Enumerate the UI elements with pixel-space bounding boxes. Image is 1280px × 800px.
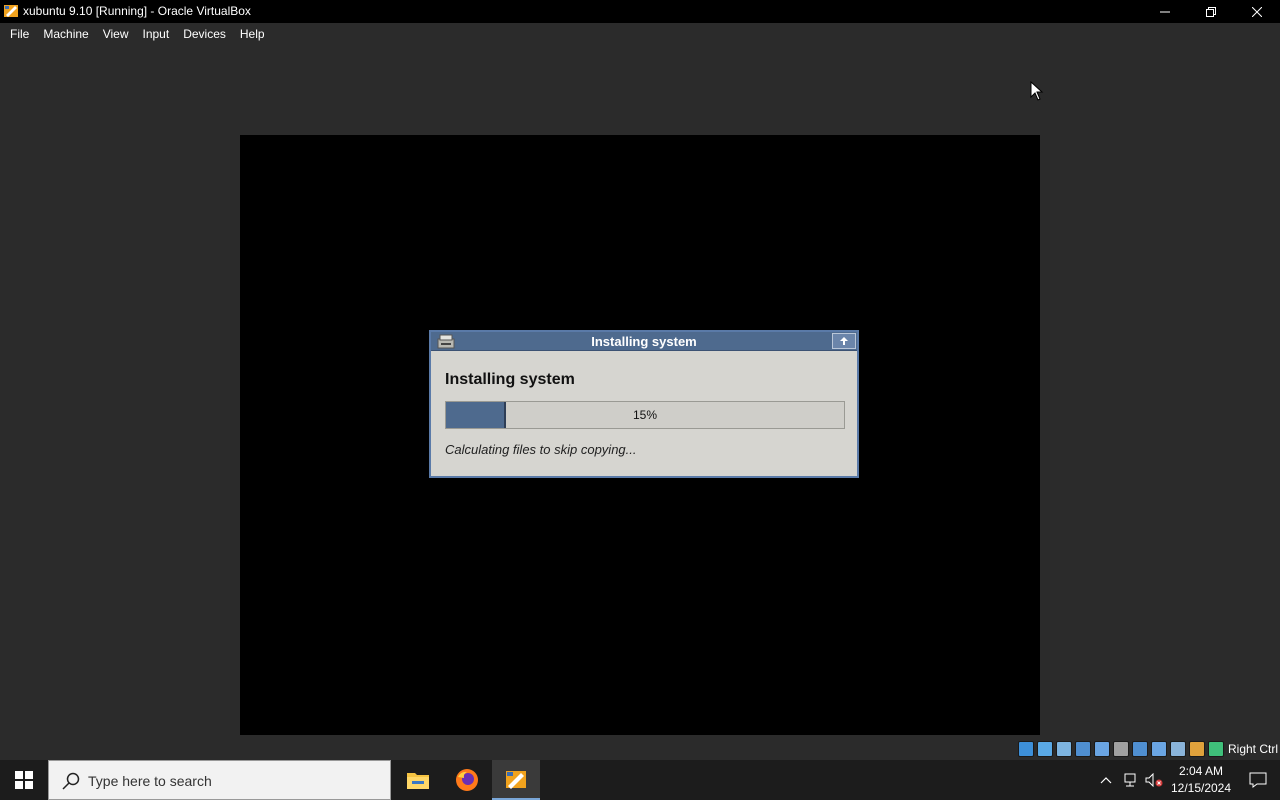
menu-input[interactable]: Input: [136, 23, 177, 45]
taskbar-virtualbox[interactable]: [492, 760, 540, 800]
mouse-integration-icon[interactable]: [1189, 741, 1205, 757]
start-button[interactable]: [0, 760, 48, 800]
vbox-status-bar: Right Ctrl: [0, 739, 1280, 760]
clock-time: 2:04 AM: [1178, 764, 1224, 778]
mouse-pointer-icon: [1030, 81, 1044, 101]
installer-dialog: Installing system Installing system 15% …: [429, 330, 859, 478]
speaker-muted-icon: [1145, 773, 1163, 787]
menu-machine[interactable]: Machine: [36, 23, 95, 45]
usb-icon[interactable]: [1094, 741, 1110, 757]
window-title: xubuntu 9.10 [Running] - Oracle VirtualB…: [23, 4, 251, 18]
virtualbox-icon: [506, 771, 526, 789]
taskbar-search-box[interactable]: Type here to search: [48, 760, 391, 800]
minimize-icon: [1160, 11, 1170, 12]
action-center-button[interactable]: [1236, 760, 1280, 800]
search-placeholder: Type here to search: [88, 773, 212, 789]
menu-devices[interactable]: Devices: [176, 23, 233, 45]
dialog-titlebar[interactable]: Installing system: [431, 332, 857, 351]
dialog-maximize-button[interactable]: [832, 333, 856, 349]
folder-icon: [407, 773, 429, 789]
network-icon[interactable]: [1075, 741, 1091, 757]
display-icon[interactable]: [1132, 741, 1148, 757]
audio-icon[interactable]: [1056, 741, 1072, 757]
minimize-button[interactable]: [1142, 0, 1188, 23]
taskbar-clock[interactable]: 2:04 AM 12/15/2024: [1166, 763, 1236, 797]
search-icon: [62, 772, 80, 790]
dialog-title: Installing system: [591, 334, 697, 349]
hard-disk-icon[interactable]: [1018, 741, 1034, 757]
notification-icon: [1249, 772, 1267, 788]
menu-bar: File Machine View Input Devices Help: [0, 23, 1280, 45]
keyboard-icon[interactable]: [1208, 741, 1224, 757]
progress-label: 15%: [632, 408, 658, 422]
video-capture-icon[interactable]: [1151, 741, 1167, 757]
network-icon: [1124, 773, 1136, 787]
show-hidden-icons-button[interactable]: [1094, 760, 1118, 800]
virtualization-icon[interactable]: [1170, 741, 1186, 757]
virtualbox-app-icon: [4, 5, 18, 17]
taskbar-file-explorer[interactable]: [394, 760, 442, 800]
network-tray-button[interactable]: [1118, 760, 1142, 800]
shared-folders-icon[interactable]: [1113, 741, 1129, 757]
menu-help[interactable]: Help: [233, 23, 272, 45]
clock-date: 12/15/2024: [1170, 781, 1232, 795]
host-key-label[interactable]: Right Ctrl: [1228, 742, 1278, 756]
restore-button[interactable]: [1188, 0, 1234, 23]
dialog-heading: Installing system: [445, 371, 575, 388]
window-titlebar[interactable]: xubuntu 9.10 [Running] - Oracle VirtualB…: [0, 0, 1280, 23]
taskbar: Type here to search 2:04 AM 12/15/2024: [0, 760, 1280, 800]
menu-view[interactable]: View: [96, 23, 136, 45]
close-button[interactable]: [1234, 0, 1280, 23]
windows-logo-icon: [15, 771, 33, 789]
optical-disk-icon[interactable]: [1037, 741, 1053, 757]
restore-icon: [1206, 6, 1216, 17]
install-progress-bar: 15%: [445, 401, 845, 429]
chevron-up-icon: [1100, 777, 1112, 784]
menu-file[interactable]: File: [3, 23, 36, 45]
close-icon: [1252, 6, 1262, 17]
system-tray: 2:04 AM 12/15/2024: [1094, 760, 1280, 800]
arrow-up-icon: [840, 337, 848, 345]
taskbar-firefox[interactable]: [443, 760, 491, 800]
volume-tray-button[interactable]: [1142, 760, 1166, 800]
install-status-text: Calculating files to skip copying...: [445, 442, 637, 457]
firefox-icon: [456, 769, 478, 791]
